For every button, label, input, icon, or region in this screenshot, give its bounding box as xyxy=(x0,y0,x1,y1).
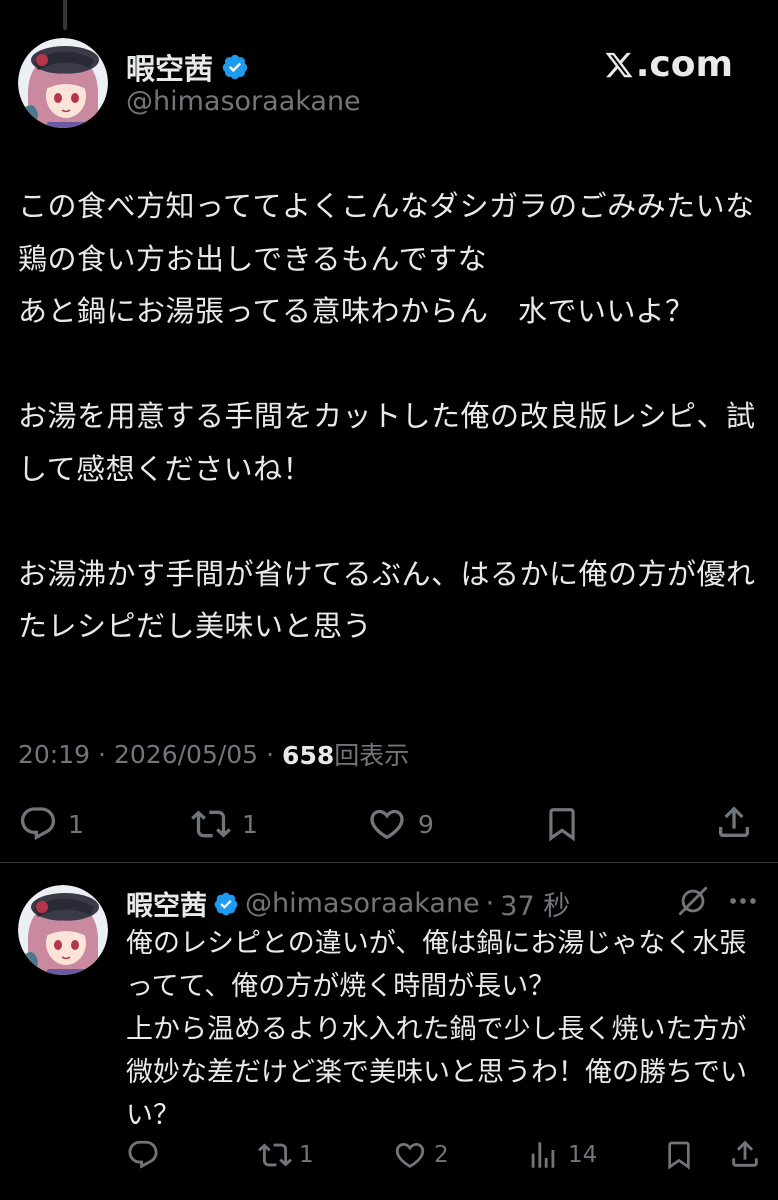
reply-time[interactable]: 37 秒 xyxy=(500,884,570,923)
reply-author-name[interactable]: 暇空茜 xyxy=(126,884,207,923)
bookmark-button[interactable] xyxy=(543,804,581,844)
repost-count: 1 xyxy=(242,809,258,839)
share-button[interactable] xyxy=(714,802,754,842)
verified-badge-icon xyxy=(221,53,249,81)
post-body: この食べ方知っててよくこんなダシガラのごみみたいな鶏の食い方お出しできるもんです… xyxy=(18,189,756,643)
reply-view-count: 14 xyxy=(568,1142,598,1168)
post-time[interactable]: 20:19 xyxy=(18,740,90,769)
view-label: 回表示 xyxy=(334,741,410,770)
reply-header: 暇空茜 @himasoraakane · 37 秒 xyxy=(126,884,570,923)
more-icon[interactable] xyxy=(725,884,761,922)
reply-bookmark-button[interactable] xyxy=(663,1138,695,1172)
repost-icon xyxy=(258,1143,292,1167)
author-handle[interactable]: @himasoraakane xyxy=(126,86,361,117)
reply-like-button[interactable]: 2 xyxy=(392,1138,449,1172)
source-domain: .com xyxy=(635,44,733,85)
reply-author-handle[interactable]: @himasoraakane xyxy=(245,888,480,919)
post-date[interactable]: 2026/05/05 xyxy=(114,740,258,769)
grok-icon[interactable] xyxy=(676,884,710,922)
reply-count: 1 xyxy=(68,809,84,839)
author-avatar[interactable] xyxy=(18,38,108,128)
verified-badge-icon xyxy=(213,891,239,917)
x-logo-icon xyxy=(605,52,633,77)
reply-button[interactable]: 1 xyxy=(18,804,84,844)
reply-views-button[interactable]: 14 xyxy=(526,1138,597,1172)
reply-icon xyxy=(128,1140,158,1169)
reply-repost-button[interactable]: 1 xyxy=(257,1138,314,1172)
like-button[interactable]: 9 xyxy=(366,804,434,844)
post-meta: 20:19 · 2026/05/05 · 658回表示 xyxy=(18,736,409,772)
post-divider xyxy=(0,862,778,863)
bookmark-icon xyxy=(668,1141,690,1170)
reply-like-count: 2 xyxy=(434,1142,449,1168)
like-count: 9 xyxy=(418,809,434,839)
reply-icon xyxy=(20,807,56,841)
bookmark-icon xyxy=(549,808,575,842)
reply-separator: · xyxy=(485,888,495,919)
views-icon xyxy=(531,1142,555,1168)
share-icon xyxy=(732,1140,758,1167)
author-name[interactable]: 暇空茜 xyxy=(126,46,213,88)
reply-share-button[interactable] xyxy=(728,1137,762,1171)
reply-author-avatar[interactable] xyxy=(18,885,108,975)
reply-reply-button[interactable] xyxy=(126,1138,170,1172)
reply-body: 俺のレシピとの違いが、俺は鍋にお湯じゃなく水張ってて、俺の方が焼く時間が長い？ … xyxy=(126,928,747,1131)
meta-separator: · xyxy=(98,739,106,769)
thread-line xyxy=(63,0,67,30)
like-icon xyxy=(370,809,404,840)
author-name-row[interactable]: 暇空茜 xyxy=(126,46,249,88)
repost-icon xyxy=(191,810,231,838)
view-count: 658 xyxy=(282,741,335,770)
reply-repost-count: 1 xyxy=(299,1142,314,1168)
meta-separator: · xyxy=(266,739,275,769)
source-label[interactable]: .com xyxy=(604,44,733,85)
repost-button[interactable]: 1 xyxy=(190,804,258,844)
share-icon xyxy=(719,806,749,837)
like-icon xyxy=(395,1142,425,1168)
